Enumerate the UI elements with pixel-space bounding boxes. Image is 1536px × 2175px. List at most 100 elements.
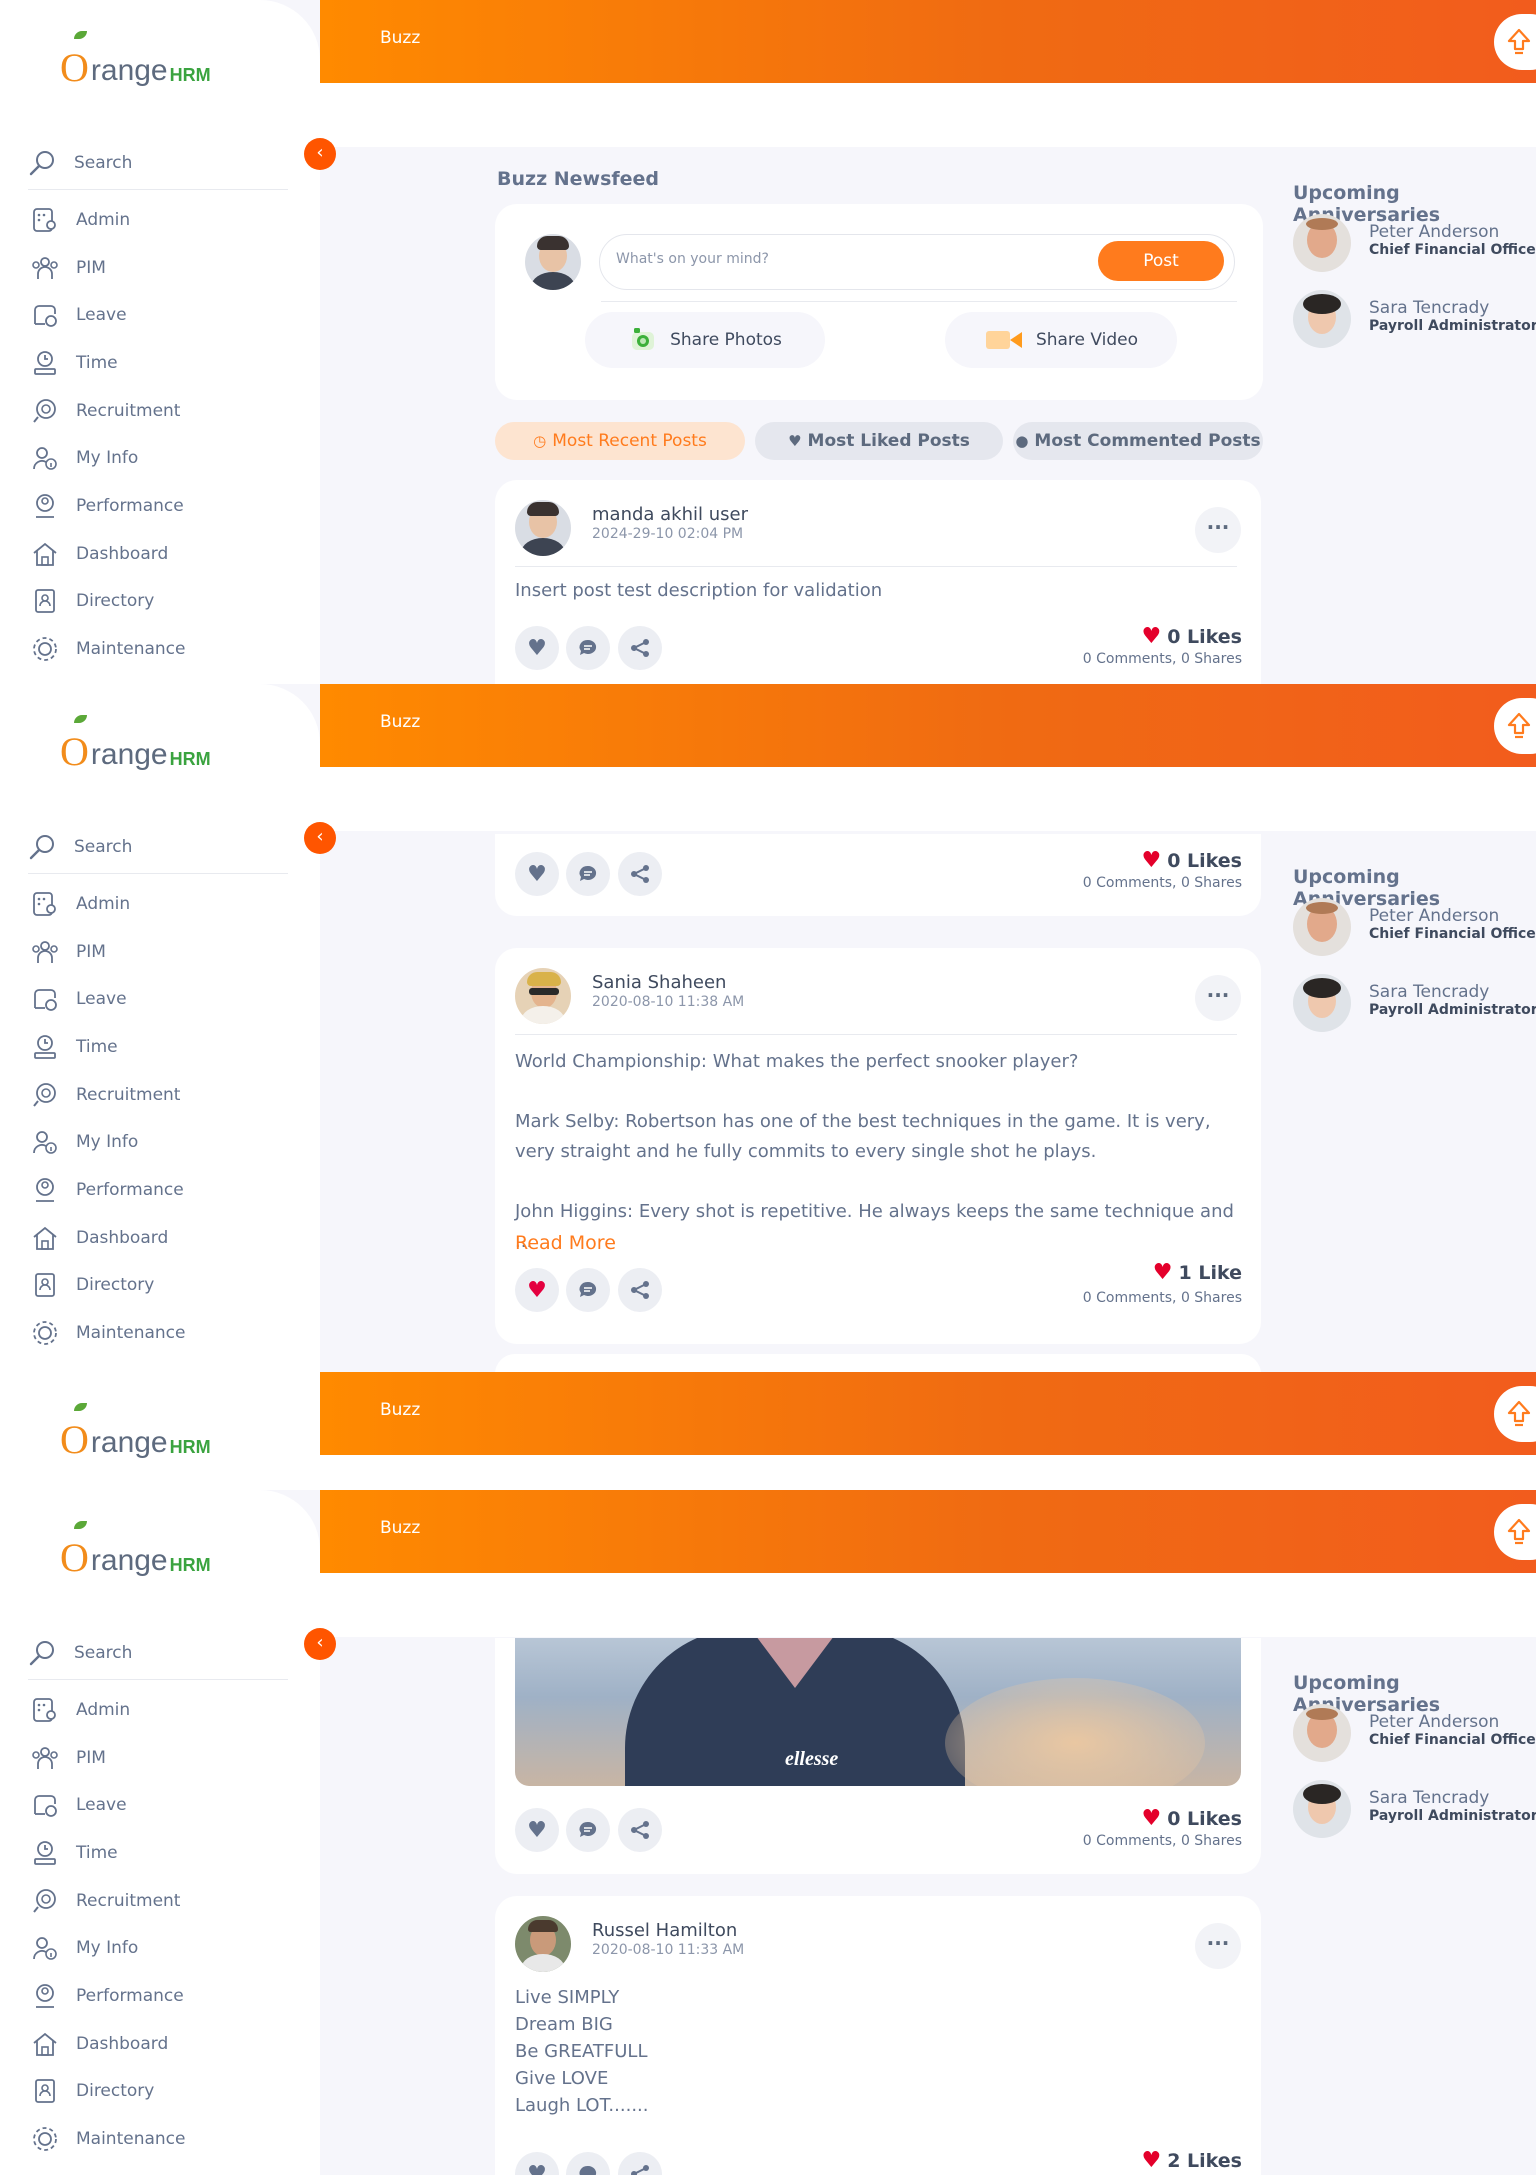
comment-button[interactable]	[566, 626, 610, 670]
anniversary-person[interactable]: Peter Anderson Chief Financial Officer	[1293, 1704, 1536, 1766]
sidebar-item-recruitment[interactable]: Recruitment	[28, 1877, 298, 1925]
time-icon	[28, 1836, 62, 1870]
orangehrm-logo[interactable]: O range HRM	[60, 715, 211, 772]
tab-most-liked[interactable]: ♥ Most Liked Posts	[755, 422, 1003, 460]
share-button[interactable]	[618, 1268, 662, 1312]
sidebar-item-maintenance[interactable]: Maintenance	[28, 1309, 298, 1357]
sidebar-search[interactable]: Search	[28, 1626, 288, 1680]
comment-button[interactable]	[566, 852, 610, 896]
anniversary-person[interactable]: Peter Anderson Chief Financial Officer	[1293, 214, 1536, 276]
person-name: Sara Tencrady	[1369, 1788, 1490, 1808]
sidebar-item-time[interactable]: Time	[28, 1023, 298, 1071]
sidebar-item-performance[interactable]: Performance	[28, 1166, 298, 1214]
anniversary-person[interactable]: Sara Tencrady Payroll Administrator	[1293, 1780, 1536, 1842]
sidebar-item-admin[interactable]: Admin	[28, 196, 298, 244]
post-photo[interactable]: ellesse	[515, 1638, 1241, 1786]
likes-label: 1 Like	[1178, 1261, 1242, 1284]
like-button[interactable]: ♥	[515, 626, 559, 670]
sidebar-item-my-info[interactable]: My Info	[28, 1118, 298, 1166]
sidebar-item-pim[interactable]: PIM	[28, 1734, 298, 1782]
sidebar-item-label: Performance	[76, 495, 184, 516]
tab-most-recent[interactable]: ◷ Most Recent Posts	[495, 422, 745, 460]
post-author-name[interactable]: Russel Hamilton	[592, 1920, 737, 1941]
sidebar-item-dashboard[interactable]: Dashboard	[28, 1214, 298, 1262]
share-button[interactable]	[618, 1808, 662, 1852]
directory-icon	[28, 2074, 62, 2108]
sidebar-item-dashboard[interactable]: Dashboard	[28, 2020, 298, 2068]
photo-blur	[945, 1678, 1205, 1786]
post-options-button[interactable]: ···	[1195, 1923, 1241, 1969]
like-button[interactable]: ♥	[515, 1808, 559, 1852]
myinfo-icon	[28, 1125, 62, 1159]
directory-icon	[28, 584, 62, 618]
sidebar-item-dashboard[interactable]: Dashboard	[28, 530, 298, 578]
performance-icon	[28, 489, 62, 523]
post-options-button[interactable]: ···	[1195, 975, 1241, 1021]
sidebar-item-time[interactable]: Time	[28, 1829, 298, 1877]
orangehrm-logo[interactable]: O range HRM	[60, 31, 211, 88]
upgrade-button[interactable]	[1494, 1386, 1536, 1442]
sidebar-item-leave[interactable]: Leave	[28, 1781, 298, 1829]
person-avatar	[1293, 974, 1351, 1032]
sidebar-item-label: Leave	[76, 1795, 127, 1816]
sidebar-item-label: Maintenance	[76, 2129, 186, 2150]
upgrade-button[interactable]	[1494, 1504, 1536, 1560]
post-author-name[interactable]: manda akhil user	[592, 504, 748, 525]
sidebar-item-my-info[interactable]: My Info	[28, 1924, 298, 1972]
orangehrm-logo[interactable]: O range HRM	[60, 1403, 211, 1460]
sidebar-item-my-info[interactable]: My Info	[28, 434, 298, 482]
anniversary-person[interactable]: Sara Tencrady Payroll Administrator	[1293, 290, 1536, 352]
sidebar-item-leave[interactable]: Leave	[28, 291, 298, 339]
sidebar-item-recruitment[interactable]: Recruitment	[28, 387, 298, 435]
sidebar-item-directory[interactable]: Directory	[28, 578, 298, 626]
share-photos-button[interactable]: Share Photos	[585, 312, 825, 368]
sidebar-search[interactable]: Search	[28, 820, 288, 874]
person-name: Sara Tencrady	[1369, 298, 1490, 318]
likes-count[interactable]: ♥ 0 Likes	[1040, 848, 1242, 873]
sidebar: O range HRM Search Admin PIM Leave Time …	[0, 0, 320, 684]
sidebar-item-maintenance[interactable]: Maintenance	[28, 625, 298, 673]
likes-count[interactable]: ♥ 1 Like	[1040, 1260, 1242, 1285]
time-icon	[28, 1030, 62, 1064]
sidebar-item-leave[interactable]: Leave	[28, 975, 298, 1023]
sidebar-item-directory[interactable]: Directory	[28, 2068, 298, 2116]
sidebar-item-directory[interactable]: Directory	[28, 1262, 298, 1310]
sidebar-item-performance[interactable]: Performance	[28, 1972, 298, 2020]
likes-label: 0 Likes	[1167, 1807, 1242, 1830]
sidebar-item-maintenance[interactable]: Maintenance	[28, 2115, 298, 2163]
sidebar-item-pim[interactable]: PIM	[28, 928, 298, 976]
sidebar-item-pim[interactable]: PIM	[28, 244, 298, 292]
upgrade-button[interactable]	[1494, 14, 1536, 70]
sidebar-collapse-button[interactable]: ‹	[304, 822, 336, 854]
anniversary-person[interactable]: Sara Tencrady Payroll Administrator	[1293, 974, 1536, 1036]
read-more-link[interactable]: Read More	[515, 1232, 616, 1254]
orangehrm-logo[interactable]: O range HRM	[60, 1521, 211, 1578]
tab-most-commented[interactable]: ● Most Commented Posts	[1013, 422, 1263, 460]
post-stats: 0 Comments, 0 Shares	[1082, 651, 1242, 667]
newsfeed-title: Buzz Newsfeed	[497, 168, 660, 190]
like-button[interactable]: ♥	[515, 1268, 559, 1312]
upgrade-button[interactable]	[1494, 698, 1536, 754]
sidebar-search[interactable]: Search	[28, 136, 288, 190]
likes-count[interactable]: ♥ 2 Likes	[1040, 2148, 1242, 2173]
leave-icon	[28, 982, 62, 1016]
likes-count[interactable]: ♥ 0 Likes	[1040, 624, 1242, 649]
comment-button[interactable]	[566, 1268, 610, 1312]
share-video-button[interactable]: Share Video	[945, 312, 1177, 368]
sidebar-collapse-button[interactable]: ‹	[304, 138, 336, 170]
sidebar-collapse-button[interactable]: ‹	[304, 1628, 336, 1660]
post-options-button[interactable]: ···	[1195, 507, 1241, 553]
sidebar-item-admin[interactable]: Admin	[28, 1686, 298, 1734]
likes-count[interactable]: ♥ 0 Likes	[1040, 1806, 1242, 1831]
sidebar-item-performance[interactable]: Performance	[28, 482, 298, 530]
post-button[interactable]: Post	[1098, 241, 1224, 281]
like-button[interactable]: ♥	[515, 852, 559, 896]
anniversary-person[interactable]: Peter Anderson Chief Financial Officer	[1293, 898, 1536, 960]
comment-button[interactable]	[566, 1808, 610, 1852]
sidebar-item-recruitment[interactable]: Recruitment	[28, 1071, 298, 1119]
sidebar-item-time[interactable]: Time	[28, 339, 298, 387]
share-button[interactable]	[618, 626, 662, 670]
sidebar-item-admin[interactable]: Admin	[28, 880, 298, 928]
share-button[interactable]	[618, 852, 662, 896]
post-author-name[interactable]: Sania Shaheen	[592, 972, 726, 993]
